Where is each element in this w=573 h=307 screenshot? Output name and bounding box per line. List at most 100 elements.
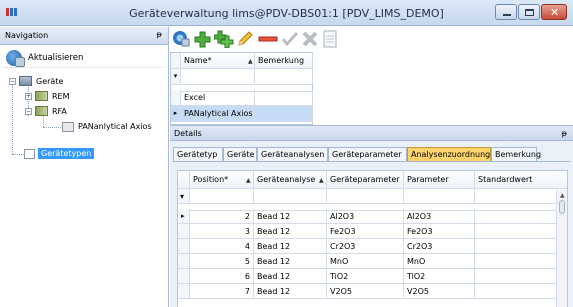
restore-button[interactable] — [518, 4, 540, 20]
tab-geraeteparameter[interactable]: Geräteparameter — [328, 147, 407, 161]
table-cell[interactable]: Al2O3 — [404, 209, 475, 224]
tree-item-geraete[interactable]: Geräte — [36, 77, 63, 86]
table-cell[interactable]: Bead 12 — [254, 224, 327, 239]
cancel-button[interactable] — [301, 30, 319, 48]
details-panel: Details ᵽ Gerätetyp Geräte Geräteanalyse… — [170, 125, 573, 307]
expand-toggle[interactable]: + — [25, 93, 32, 100]
pin-icon[interactable]: ᵽ — [157, 30, 162, 39]
sort-asc-icon: ▲ — [319, 177, 324, 184]
tab-analysenzuordnung[interactable]: Analysenzuordnung — [407, 147, 491, 161]
tree-item-geraetetypen[interactable]: Gerätetypen — [38, 148, 95, 159]
filter-row-selector: ▾ — [171, 69, 181, 85]
filter-icon: ▾ — [178, 189, 190, 204]
table-cell[interactable]: Al2O3 — [327, 209, 404, 224]
table-cell[interactable] — [255, 106, 313, 122]
vertical-scrollbar[interactable]: ▲ — [556, 190, 567, 307]
filter-parameter-input[interactable] — [404, 189, 475, 204]
table-cell[interactable]: Cr2O3 — [404, 239, 475, 254]
edit-button[interactable] — [236, 30, 254, 48]
column-header-geraeteanalyse[interactable]: Geräteanalyse — [254, 171, 327, 189]
add-sub-button[interactable] — [213, 30, 234, 49]
table-cell[interactable]: 4 — [190, 239, 254, 254]
refresh-icon — [6, 50, 25, 67]
pin-icon[interactable]: ᵽ — [562, 129, 567, 138]
filter-bemerkung-input[interactable] — [255, 69, 313, 85]
table-cell[interactable] — [475, 269, 558, 284]
tab-geraeteanalysen[interactable]: Geräteanalysen — [257, 147, 328, 161]
navigation-panel: Navigation ᵽ Aktualisieren − Geräte + RE… — [0, 27, 169, 307]
minimize-button[interactable] — [495, 4, 517, 20]
close-button[interactable]: ✕ — [541, 4, 567, 20]
current-row-indicator: ▸ — [171, 106, 181, 122]
filter-name-input[interactable] — [181, 69, 255, 85]
device-type-icon — [35, 91, 48, 101]
column-header-bemerkung[interactable]: Bemerkung — [255, 53, 313, 69]
row-selector — [178, 224, 190, 239]
refresh-toolbar-button[interactable] — [172, 30, 190, 48]
filter-geraeteanalyse-input[interactable] — [254, 189, 327, 204]
row-selector — [178, 269, 190, 284]
table-cell[interactable] — [475, 209, 558, 224]
remove-button[interactable] — [258, 30, 278, 48]
details-header: Details ᵽ — [170, 126, 573, 141]
navigation-title: Navigation — [5, 31, 49, 40]
column-header-parameter[interactable]: Parameter — [404, 171, 475, 189]
scroll-thumb[interactable] — [559, 200, 565, 214]
table-cell[interactable]: MnO — [327, 254, 404, 269]
refresh-label: Aktualisieren — [28, 53, 84, 63]
table-row[interactable]: PANalytical Axios — [181, 106, 255, 122]
table-cell[interactable] — [475, 284, 558, 299]
table-cell[interactable] — [475, 254, 558, 269]
document-button[interactable] — [322, 30, 340, 48]
toolbar — [170, 27, 573, 51]
table-row[interactable]: Excel — [181, 90, 255, 106]
table-cell[interactable]: 3 — [190, 224, 254, 239]
add-button[interactable] — [194, 30, 212, 48]
table-cell[interactable] — [255, 90, 313, 106]
column-header-geraeteparameter[interactable]: Geräteparameter — [327, 171, 404, 189]
tree-item-panalytical-axios[interactable]: PANanlytical Axios — [78, 122, 152, 131]
tree-item-rem[interactable]: REM — [52, 92, 70, 101]
device-group-icon — [19, 76, 32, 86]
tab-geraete[interactable]: Geräte — [223, 147, 257, 161]
device-icon — [62, 122, 74, 132]
table-cell[interactable]: V2O5 — [327, 284, 404, 299]
table-cell[interactable]: Bead 12 — [254, 269, 327, 284]
filter-position-input[interactable] — [190, 189, 254, 204]
table-cell[interactable]: 7 — [190, 284, 254, 299]
table-cell[interactable]: Bead 12 — [254, 239, 327, 254]
table-cell[interactable]: Cr2O3 — [327, 239, 404, 254]
table-cell[interactable]: 6 — [190, 269, 254, 284]
table-cell[interactable]: MnO — [404, 254, 475, 269]
tree-item-rfa[interactable]: RFA — [52, 107, 67, 116]
table-cell[interactable]: TiO2 — [327, 269, 404, 284]
collapse-toggle[interactable]: − — [9, 78, 16, 85]
filter-geraeteparameter-input[interactable] — [327, 189, 404, 204]
table-cell[interactable]: Bead 12 — [254, 284, 327, 299]
table-cell[interactable]: 2 — [190, 209, 254, 224]
tab-bemerkung[interactable]: Bemerkung — [491, 147, 541, 161]
tab-geraetetyp[interactable]: Gerätetyp — [173, 147, 223, 161]
table-cell[interactable]: Fe2O3 — [327, 224, 404, 239]
table-cell[interactable]: Bead 12 — [254, 254, 327, 269]
row-selector — [178, 239, 190, 254]
edit-pencil-icon — [238, 31, 253, 46]
table-cell[interactable] — [475, 239, 558, 254]
filter-standardwert-input[interactable] — [475, 189, 558, 204]
scroll-up-icon[interactable]: ▲ — [560, 192, 565, 199]
table-cell[interactable]: TiO2 — [404, 269, 475, 284]
add-icon — [194, 31, 211, 48]
confirm-button[interactable] — [281, 30, 299, 48]
column-header-standardwert[interactable]: Standardwert — [475, 171, 567, 189]
table-cell[interactable]: V2O5 — [404, 284, 475, 299]
folder-icon — [24, 149, 35, 159]
column-header-name[interactable]: Name* — [181, 53, 255, 69]
title-bar: Geräteverwaltung lims@PDV-DBS01:1 [PDV_L… — [0, 0, 573, 26]
table-cell[interactable]: Fe2O3 — [404, 224, 475, 239]
column-header-position[interactable]: Position* — [190, 171, 254, 189]
table-cell[interactable]: Bead 12 — [254, 209, 327, 224]
table-cell[interactable]: 5 — [190, 254, 254, 269]
collapse-toggle[interactable]: − — [25, 108, 32, 115]
table-cell[interactable] — [475, 224, 558, 239]
refresh-nav-button[interactable]: Aktualisieren — [4, 48, 164, 68]
